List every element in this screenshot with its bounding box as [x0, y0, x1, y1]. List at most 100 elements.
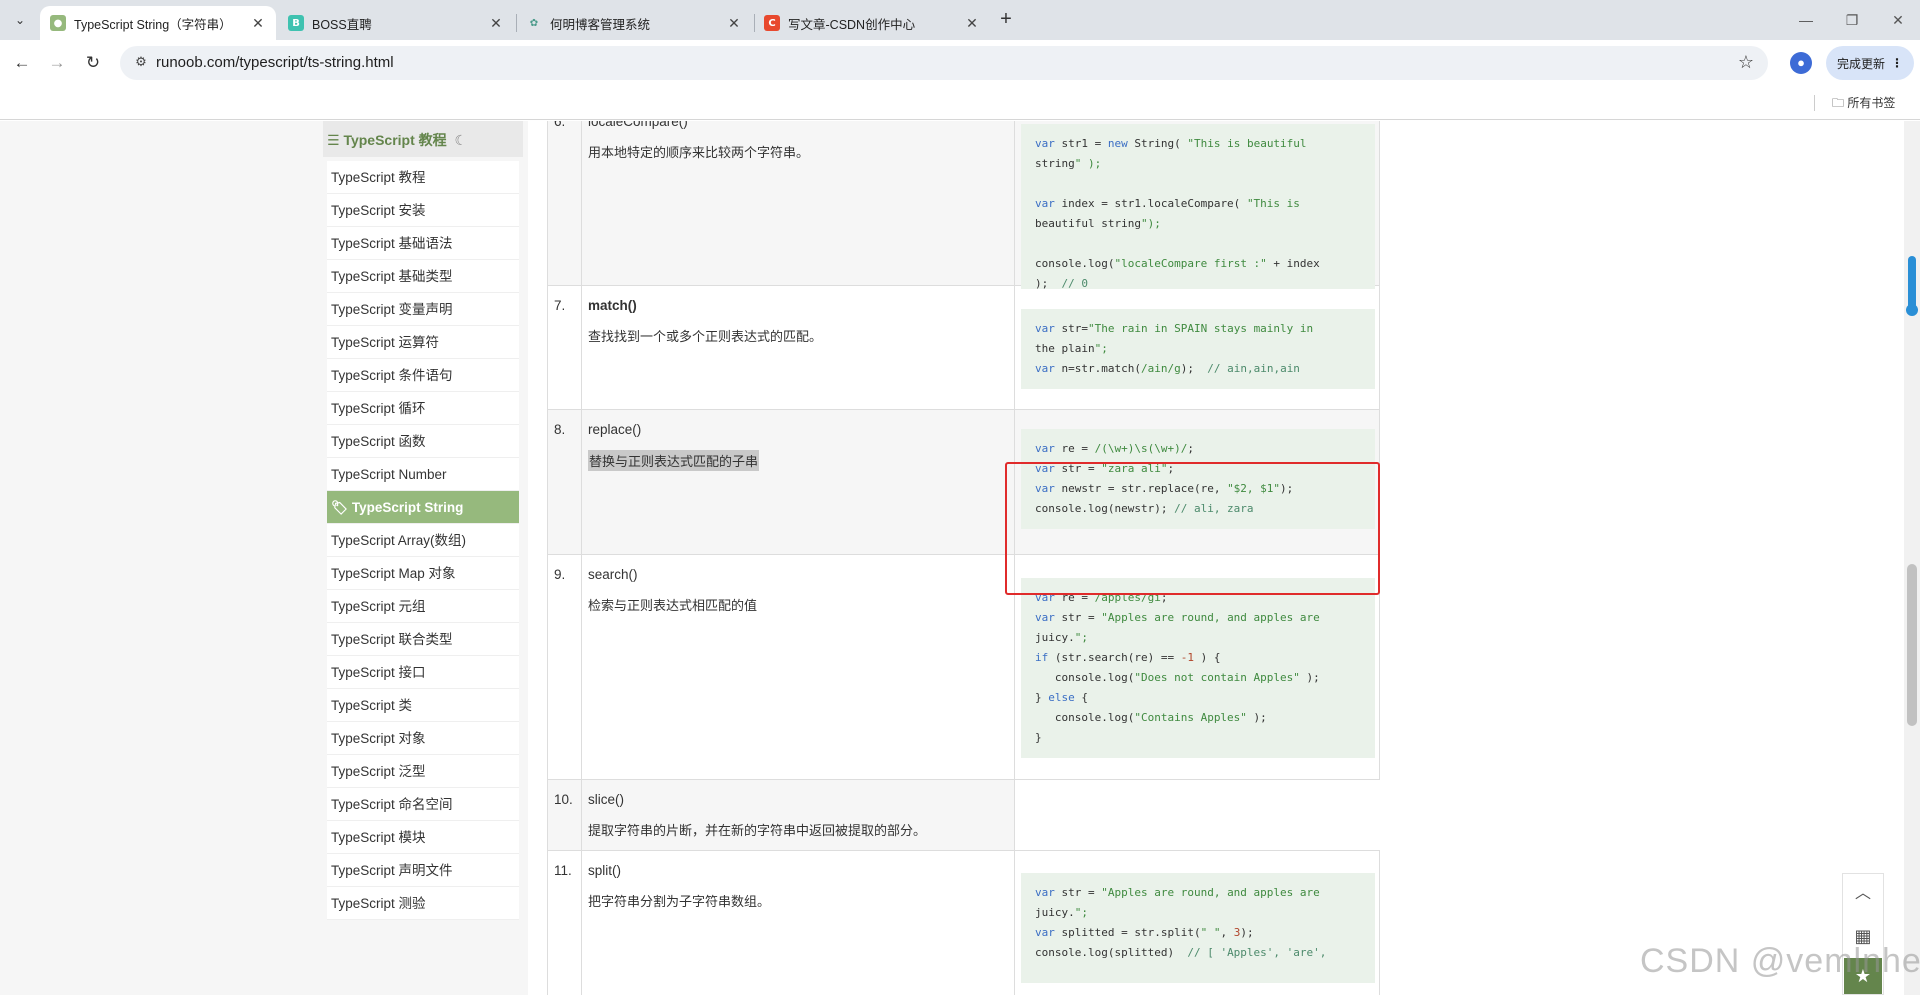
- sidebar-item[interactable]: 🏷 TypeScript String: [327, 491, 519, 524]
- close-icon[interactable]: ✕: [488, 15, 504, 32]
- code-line: var re = /(\w+)\s(\w+)/;: [1035, 442, 1194, 455]
- sidebar-header: ☰ TypeScript 教程 ☾: [323, 121, 523, 157]
- tab-search-icon[interactable]: ⌄: [8, 8, 32, 32]
- code-line: beautiful string");: [1035, 217, 1161, 230]
- code-line: string" );: [1035, 157, 1102, 170]
- close-icon[interactable]: ✕: [250, 15, 266, 32]
- code-cell: var str="The rain in SPAIN stays mainly …: [1015, 286, 1381, 409]
- all-bookmarks-label: 所有书签: [1847, 96, 1896, 110]
- profile-avatar-icon[interactable]: ●: [1790, 52, 1812, 74]
- site-info-icon[interactable]: ⚙: [132, 54, 150, 72]
- csdn-watermark: CSDN @vemlnhe: [1640, 942, 1920, 980]
- code-line: console.log(splitted) // [ 'Apples', 'ar…: [1035, 946, 1327, 959]
- close-icon[interactable]: ✕: [964, 15, 980, 32]
- method-cell: match() 查找找到一个或多个正则表达式的匹配。: [582, 286, 1015, 409]
- sidebar-title: TypeScript 教程: [343, 132, 447, 148]
- sidebar-item[interactable]: TypeScript 接口: [327, 656, 519, 689]
- tab-blog[interactable]: ✿ 何明博客管理系统 ✕: [516, 6, 752, 40]
- forward-icon[interactable]: →: [44, 50, 70, 76]
- restore-icon[interactable]: ❐: [1832, 8, 1872, 32]
- code-line: }: [1035, 731, 1042, 744]
- bookmarks-divider: [1814, 95, 1815, 111]
- code-line: console.log("Contains Apples" );: [1035, 711, 1267, 724]
- sidebar-item-label: TypeScript 命名空间: [331, 797, 453, 812]
- sidebar-item-label: TypeScript 类: [331, 698, 413, 713]
- sidebar-item[interactable]: TypeScript 基础类型: [327, 260, 519, 293]
- sidebar-item[interactable]: TypeScript 教程: [327, 161, 519, 194]
- reading-progress-slider[interactable]: [1906, 256, 1918, 316]
- method-name: localeCompare(): [588, 121, 688, 129]
- sidebar-item[interactable]: TypeScript 类: [327, 689, 519, 722]
- sidebar-item-label: TypeScript 函数: [331, 434, 426, 449]
- moon-icon[interactable]: ☾: [455, 132, 468, 148]
- all-bookmarks-button[interactable]: 🗀 所有书签: [1832, 94, 1895, 115]
- method-description: 提取字符串的片断，并在新的字符串中返回被提取的部分。: [588, 823, 927, 838]
- sidebar-item[interactable]: TypeScript Number: [327, 458, 519, 491]
- sidebar-item-label: TypeScript 对象: [331, 731, 426, 746]
- code-line: var n=str.match(/ain/g); // ain,ain,ain: [1035, 362, 1300, 375]
- tab-boss[interactable]: B BOSS直聘 ✕: [278, 6, 514, 40]
- reload-icon[interactable]: ↻: [80, 50, 106, 76]
- back-icon[interactable]: ←: [9, 50, 35, 76]
- tag-icon: 🏷: [331, 500, 352, 515]
- method-cell: slice() 提取字符串的片断，并在新的字符串中返回被提取的部分。: [582, 780, 1015, 850]
- more-menu-icon[interactable]: ⋮: [1891, 56, 1903, 70]
- row-number: 8.: [548, 410, 582, 554]
- method-cell: replace() 替换与正则表达式匹配的子串: [582, 410, 1015, 554]
- row-number: 9.: [548, 555, 582, 779]
- sidebar-item[interactable]: TypeScript Array(数组): [327, 524, 519, 557]
- code-block: var re = /apples/gi; var str = "Apples a…: [1021, 578, 1375, 758]
- method-description: 查找找到一个或多个正则表达式的匹配。: [588, 329, 823, 344]
- sidebar-item[interactable]: TypeScript 安装: [327, 194, 519, 227]
- sidebar-item[interactable]: TypeScript 循环: [327, 392, 519, 425]
- sidebar-item-label: TypeScript 接口: [331, 665, 426, 680]
- table-row: 6. localeCompare() 用本地特定的顺序来比较两个字符串。 var…: [547, 121, 1380, 289]
- sidebar-item[interactable]: TypeScript 元组: [327, 590, 519, 623]
- sidebar-item[interactable]: TypeScript 条件语句: [327, 359, 519, 392]
- sidebar-item-label: TypeScript 教程: [331, 170, 426, 185]
- window-close-icon[interactable]: ✕: [1878, 8, 1918, 32]
- sidebar-item[interactable]: TypeScript 命名空间: [327, 788, 519, 821]
- sidebar-item[interactable]: TypeScript 对象: [327, 722, 519, 755]
- sidebar-item[interactable]: TypeScript 变量声明: [327, 293, 519, 326]
- bookmark-star-icon[interactable]: ☆: [1738, 52, 1754, 73]
- sidebar-item-label: TypeScript String: [351, 500, 464, 515]
- sidebar-item[interactable]: TypeScript 泛型: [327, 755, 519, 788]
- boss-icon: B: [288, 15, 304, 31]
- method-cell: localeCompare() 用本地特定的顺序来比较两个字符串。: [582, 121, 1015, 285]
- sidebar-item-label: TypeScript 基础语法: [331, 236, 453, 251]
- sidebar-item[interactable]: TypeScript 运算符: [327, 326, 519, 359]
- page-scrollbar[interactable]: [1904, 121, 1920, 995]
- sidebar-item[interactable]: TypeScript 联合类型: [327, 623, 519, 656]
- minimize-icon[interactable]: —: [1786, 8, 1826, 32]
- sidebar-item[interactable]: TypeScript Map 对象: [327, 557, 519, 590]
- sidebar-item-label: TypeScript 联合类型: [331, 632, 453, 647]
- url-text: runoob.com/typescript/ts-string.html: [156, 54, 394, 71]
- bookmarks-bar: 🗀 所有书签: [0, 86, 1920, 120]
- sidebar-item[interactable]: TypeScript 函数: [327, 425, 519, 458]
- new-tab-button[interactable]: +: [994, 8, 1018, 32]
- method-description: 检索与正则表达式相匹配的值: [588, 598, 758, 613]
- back-to-top-icon[interactable]: ︿: [1843, 874, 1883, 914]
- sidebar-item-label: TypeScript 泛型: [331, 764, 426, 779]
- code-line: var index = str1.localeCompare( "This is: [1035, 197, 1300, 210]
- scrollbar-thumb[interactable]: [1907, 564, 1917, 726]
- row-number: 11.: [548, 851, 582, 995]
- tab-typescript-string[interactable]: ● TypeScript String（字符串） ✕: [40, 6, 276, 40]
- close-icon[interactable]: ✕: [726, 15, 742, 32]
- sidebar-item-label: TypeScript Number: [331, 467, 447, 482]
- sidebar-item-label: TypeScript 声明文件: [331, 863, 453, 878]
- address-bar[interactable]: ⚙ runoob.com/typescript/ts-string.html ☆: [120, 46, 1768, 80]
- tab-csdn[interactable]: C 写文章-CSDN创作中心 ✕: [754, 6, 990, 40]
- tutorial-sidebar: ☰ TypeScript 教程 ☾ TypeScript 教程 TypeScrip…: [323, 121, 523, 995]
- sidebar-item[interactable]: TypeScript 基础语法: [327, 227, 519, 260]
- sidebar-item[interactable]: TypeScript 测验: [327, 887, 519, 920]
- method-name: slice(): [588, 792, 624, 807]
- tab-title: TypeScript String（字符串）: [74, 17, 232, 32]
- update-button[interactable]: 完成更新 ⋮: [1826, 46, 1914, 80]
- code-cell: [1015, 780, 1381, 850]
- sidebar-item[interactable]: TypeScript 声明文件: [327, 854, 519, 887]
- page-content: ☰ TypeScript 教程 ☾ TypeScript 教程 TypeScrip…: [0, 121, 1920, 995]
- sidebar-item[interactable]: TypeScript 模块: [327, 821, 519, 854]
- table-row: 10. slice() 提取字符串的片断，并在新的字符串中返回被提取的部分。: [547, 780, 1381, 851]
